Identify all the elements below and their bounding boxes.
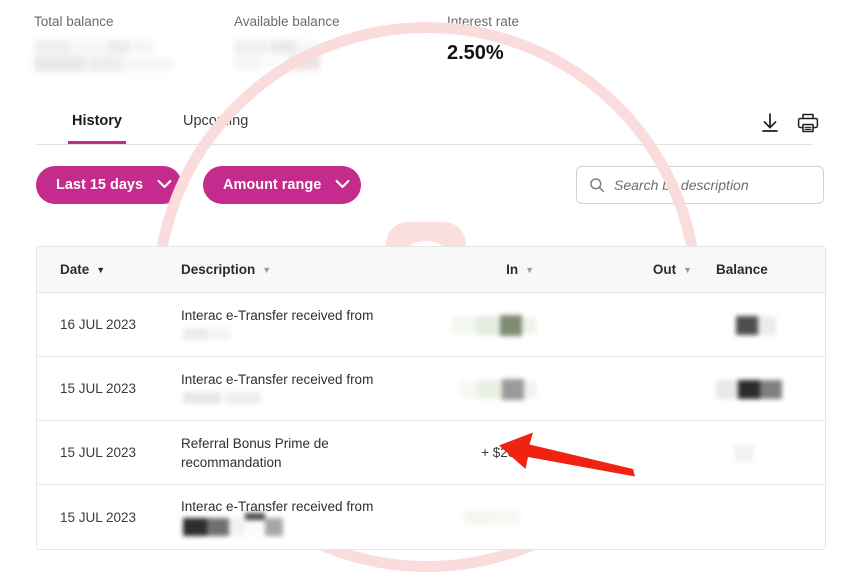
- tab-upcoming[interactable]: Upcoming: [179, 103, 252, 144]
- column-header-date-label: Date: [60, 262, 90, 277]
- cell-in-redacted-amount: [460, 377, 536, 401]
- cell-date: 15 JUL 2023: [60, 445, 137, 460]
- interest-rate-value: 2.50%: [447, 42, 504, 64]
- total-balance-label: Total balance: [34, 14, 114, 29]
- column-header-description[interactable]: Description ▼: [181, 262, 426, 277]
- table-row[interactable]: 15 JUL 2023 Interac e-Transfer received …: [37, 357, 825, 421]
- filter-amount-range-button[interactable]: Amount range: [203, 166, 361, 204]
- column-header-out[interactable]: Out ▼: [576, 262, 716, 277]
- column-header-in[interactable]: In ▼: [426, 262, 576, 277]
- download-icon[interactable]: [757, 110, 783, 136]
- tab-history[interactable]: History: [68, 103, 126, 144]
- cell-in: [426, 313, 576, 337]
- column-header-balance: Balance: [716, 262, 824, 277]
- filter-date-range-label: Last 15 days: [56, 177, 144, 193]
- cell-description: Referral Bonus Prime de recommandation: [181, 434, 426, 472]
- transactions-table: Date ▼ Description ▼ In ▼ Out ▼ Balance …: [36, 246, 826, 550]
- search-icon: [589, 177, 605, 193]
- cell-balance-redacted-amount: [716, 378, 784, 400]
- cell-date: 15 JUL 2023: [60, 381, 137, 396]
- cell-balance-redacted-amount: [716, 442, 756, 464]
- cell-in: [426, 507, 576, 527]
- cell-date: 15 JUL 2023: [60, 509, 137, 525]
- summary-interest-rate: Interest rate 2.50%: [447, 12, 519, 65]
- cell-description-text: Interac e-Transfer received from: [181, 308, 374, 323]
- available-balance-label: Available balance: [234, 14, 340, 29]
- cell-in-redacted-amount: [452, 313, 536, 337]
- cell-description-redacted-name: [181, 327, 311, 343]
- chevron-down-icon: [157, 177, 172, 193]
- sort-caret-icon: ▼: [262, 265, 272, 275]
- filter-amount-range-label: Amount range: [223, 177, 322, 193]
- column-header-date[interactable]: Date ▼: [37, 262, 181, 277]
- cell-description-text: Interac e-Transfer received from: [181, 372, 374, 387]
- table-row[interactable]: 16 JUL 2023 Interac e-Transfer received …: [37, 293, 825, 357]
- cell-description-redacted-name: [181, 513, 301, 537]
- available-balance-redacted-value: [234, 38, 344, 78]
- filter-date-range-button[interactable]: Last 15 days: [36, 166, 182, 204]
- sort-caret-icon: ▼: [525, 265, 534, 275]
- cell-in-amount: + $20.00: [481, 445, 534, 460]
- table-row[interactable]: 15 JUL 2023 Referral Bonus Prime de reco…: [37, 421, 825, 485]
- cell-balance: [716, 378, 824, 400]
- search-input[interactable]: [614, 177, 809, 193]
- tab-bar: History Upcoming: [36, 103, 813, 145]
- total-balance-redacted-value: [34, 38, 174, 78]
- interest-rate-label: Interest rate: [447, 14, 520, 29]
- column-header-in-label: In: [506, 262, 519, 277]
- cell-description: Interac e-Transfer received from: [181, 497, 426, 537]
- chevron-down-icon: [335, 177, 350, 193]
- cell-description-text: Referral Bonus Prime de recommandation: [181, 435, 329, 470]
- search-box[interactable]: [576, 166, 824, 204]
- cell-balance: [716, 442, 824, 464]
- cell-description-text: Interac e-Transfer received from: [181, 499, 374, 514]
- column-header-out-label: Out: [652, 262, 677, 277]
- cell-description: Interac e-Transfer received from: [181, 306, 426, 343]
- account-summary-header: Total balance Available balance Interest…: [0, 0, 849, 92]
- summary-available-balance: Available balance: [234, 12, 344, 78]
- print-icon[interactable]: [795, 110, 821, 136]
- cell-in: + $20.00: [426, 445, 576, 460]
- cell-date: 16 JUL 2023: [60, 317, 137, 332]
- sort-caret-icon: ▼: [683, 265, 692, 275]
- sort-caret-icon: ▼: [96, 265, 106, 275]
- cell-in-redacted-amount: [464, 507, 534, 527]
- table-row[interactable]: 15 JUL 2023 Interac e-Transfer received …: [37, 485, 825, 549]
- summary-total-balance: Total balance: [34, 12, 174, 78]
- table-header-row: Date ▼ Description ▼ In ▼ Out ▼ Balance: [37, 247, 825, 293]
- column-header-balance-label: Balance: [716, 262, 768, 277]
- cell-description-redacted-name: [181, 391, 331, 407]
- cell-balance-redacted-amount: [716, 314, 776, 336]
- cell-in: [426, 377, 576, 401]
- cell-description: Interac e-Transfer received from: [181, 370, 426, 407]
- cell-balance: [716, 314, 824, 336]
- column-header-description-label: Description: [181, 262, 256, 277]
